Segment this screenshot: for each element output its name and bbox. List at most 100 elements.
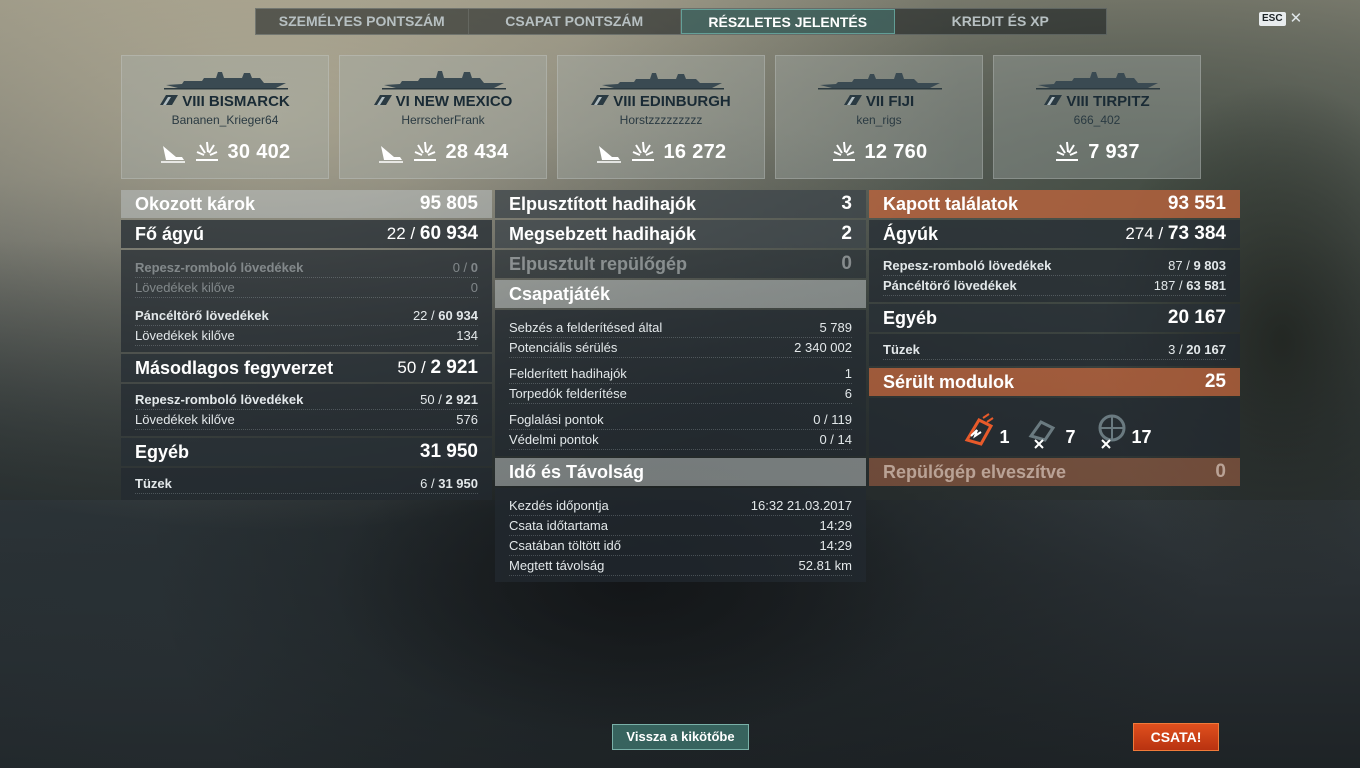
stat-row: Páncéltörő lövedékek 187 / 63 581 (883, 276, 1226, 296)
teamplay-details: Sebzés a felderítésed által 5 789 Potenci… (495, 310, 866, 456)
esc-close-button[interactable]: ESC ✕ (1259, 11, 1303, 26)
module-item: 17 (1090, 410, 1152, 450)
stat-row: Felderített hadihajók 1 (509, 364, 852, 384)
battleship-silhouette-icon (1036, 72, 1160, 90)
ship-name: VIII BISMARCK (122, 93, 328, 110)
stat-row: Tüzek 6 / 31 950 (135, 474, 478, 494)
secondary-armament-header: Másodlagos fegyverzet 50 / 2 921 (121, 354, 492, 382)
damage-dealt-header: Okozott károk 95 805 (121, 190, 492, 218)
stat-row: Megtett távolság 52.81 km (509, 556, 852, 576)
sunk-ship-icon (378, 146, 403, 163)
stat-row: Páncéltörő lövedékek 22 / 60 934 (135, 306, 478, 326)
other-received-header: Egyéb 20 167 (869, 304, 1240, 332)
stat-row: Repesz-romboló lövedékek 50 / 2 921 (135, 390, 478, 410)
module-item: 1 (957, 410, 1009, 450)
player-name: Bananen_Krieger64 (171, 113, 279, 127)
ship-card[interactable]: VIII TIRPITZ 666_402 7 937 (993, 55, 1201, 179)
hits-received-header: Kapott találatok 93 551 (869, 190, 1240, 218)
damage-dealt-column: Okozott károk 95 805 Fő ágyú 22 / 60 934 … (121, 190, 492, 502)
damaged-modules-list: 1 7 17 (869, 398, 1240, 456)
guns-received-header: Ágyúk 274 / 73 384 (869, 220, 1240, 248)
stat-row: Lövedékek kilőve 134 (135, 326, 478, 346)
damage-value: 28 434 (445, 140, 509, 163)
damage-value: 7 937 (1088, 140, 1140, 163)
tab-credits-xp[interactable]: KREDIT ÉS XP (895, 9, 1107, 34)
stat-row: Lövedékek kilőve 0 (135, 278, 478, 298)
secondary-armament-details: Repesz-romboló lövedékek 50 / 2 921 Löve… (121, 384, 492, 436)
time-distance-details: Kezdés időpontja 16:32 21.03.2017 Csata i… (495, 488, 866, 582)
damage-icon (413, 141, 436, 161)
stat-row: Csatában töltött idő 14:29 (509, 536, 852, 556)
ship-card[interactable]: VIII EDINBURGH Horstzzzzzzzzz 16 272 (557, 55, 765, 179)
stat-row: Torpedók felderítése 6 (509, 384, 852, 404)
planes-lost-header: Repülőgép elveszítve 0 (869, 458, 1240, 486)
player-name: 666_402 (1073, 113, 1121, 127)
planes-destroyed-header: Elpusztult repülőgép 0 (495, 250, 866, 278)
damage-icon (195, 141, 218, 161)
battleship-class-icon (160, 95, 179, 105)
damage-value: 12 760 (864, 140, 928, 163)
other-received-details: Tüzek 3 / 20 167 (869, 334, 1240, 366)
damaged-modules-header: Sérült modulok 25 (869, 368, 1240, 396)
battleship-silhouette-icon (164, 72, 288, 90)
stat-row: Védelmi pontok 0 / 14 (509, 430, 852, 450)
damage-value: 30 402 (227, 140, 291, 163)
close-icon[interactable]: ✕ (1290, 11, 1303, 26)
damage-icon (631, 141, 654, 161)
player-name: Horstzzzzzzzzz (619, 113, 703, 127)
guns-received-details: Repesz-romboló lövedékek 87 / 9 803 Pánc… (869, 250, 1240, 302)
battleship-class-icon (1044, 95, 1063, 105)
main-battery-header: Fő ágyú 22 / 60 934 (121, 220, 492, 248)
teamplay-header: Csapatjáték (495, 280, 866, 308)
tab-team-score[interactable]: CSAPAT PONTSZÁM (469, 9, 681, 34)
damage-value: 16 272 (663, 140, 727, 163)
stat-row: Potenciális sérülés 2 340 002 (509, 338, 852, 358)
battle-button[interactable]: CSATA! (1133, 723, 1219, 751)
module-item: 7 (1023, 410, 1076, 450)
damage-icon (832, 141, 855, 161)
sunk-ship-icon (596, 146, 621, 163)
ship-name: VI NEW MEXICO (340, 93, 546, 110)
time-distance-header: Idő és Távolság (495, 458, 866, 486)
stat-row: Kezdés időpontja 16:32 21.03.2017 (509, 496, 852, 516)
tab-detailed-report[interactable]: RÉSZLETES JELENTÉS (681, 9, 895, 34)
return-to-port-button[interactable]: Vissza a kikötőbe (612, 724, 749, 750)
stat-row: Repesz-romboló lövedékek 0 / 0 (135, 258, 478, 278)
ships-damaged-header: Megsebzett hadihajók 2 (495, 220, 866, 248)
main-battery-details: Repesz-romboló lövedékek 0 / 0 Lövedékek… (121, 250, 492, 352)
player-name: HerrscherFrank (401, 113, 485, 127)
destroyed-turret-icon (1098, 414, 1125, 449)
damaged-module-icon (965, 413, 995, 446)
damage-icon (1056, 141, 1079, 161)
tab-bar: SZEMÉLYES PONTSZÁM CSAPAT PONTSZÁM RÉSZL… (255, 8, 1107, 35)
battleship-silhouette-icon (382, 71, 506, 90)
stat-row: Csata időtartama 14:29 (509, 516, 852, 536)
sunk-ship-icon (160, 146, 185, 163)
stat-row: Sebzés a felderítésed által 5 789 (509, 318, 852, 338)
ship-name: VIII EDINBURGH (558, 93, 764, 110)
ship-name: VII FIJI (776, 93, 982, 110)
cruiser-silhouette-icon (818, 73, 942, 90)
other-damage-details: Tüzek 6 / 31 950 (121, 468, 492, 500)
ship-card[interactable]: VIII BISMARCK Bananen_Krieger64 30 402 (121, 55, 329, 179)
esc-key-label: ESC (1259, 12, 1286, 26)
stat-row: Tüzek 3 / 20 167 (883, 340, 1226, 360)
player-name: ken_rigs (856, 113, 902, 127)
destroyed-module-icon (1029, 420, 1056, 449)
ship-cards: VIII BISMARCK Bananen_Krieger64 30 402 V… (121, 55, 1201, 179)
tab-personal-score[interactable]: SZEMÉLYES PONTSZÁM (256, 9, 469, 34)
stat-row: Lövedékek kilőve 576 (135, 410, 478, 430)
battleship-class-icon (373, 95, 392, 105)
cruiser-class-icon (591, 95, 610, 105)
ships-destroyed-header: Elpusztított hadihajók 3 (495, 190, 866, 218)
stat-row: Repesz-romboló lövedékek 87 / 9 803 (883, 256, 1226, 276)
battle-stats-column: Elpusztított hadihajók 3 Megsebzett hadih… (495, 190, 866, 584)
stat-row: Foglalási pontok 0 / 119 (509, 410, 852, 430)
damage-received-column: Kapott találatok 93 551 Ágyúk 274 / 73 38… (869, 190, 1240, 488)
ship-card[interactable]: VII FIJI ken_rigs 12 760 (775, 55, 983, 179)
cruiser-class-icon (843, 95, 862, 105)
other-damage-header: Egyéb 31 950 (121, 438, 492, 466)
ship-name: VIII TIRPITZ (994, 93, 1200, 110)
ship-card[interactable]: VI NEW MEXICO HerrscherFrank 28 434 (339, 55, 547, 179)
cruiser-silhouette-icon (600, 73, 724, 90)
